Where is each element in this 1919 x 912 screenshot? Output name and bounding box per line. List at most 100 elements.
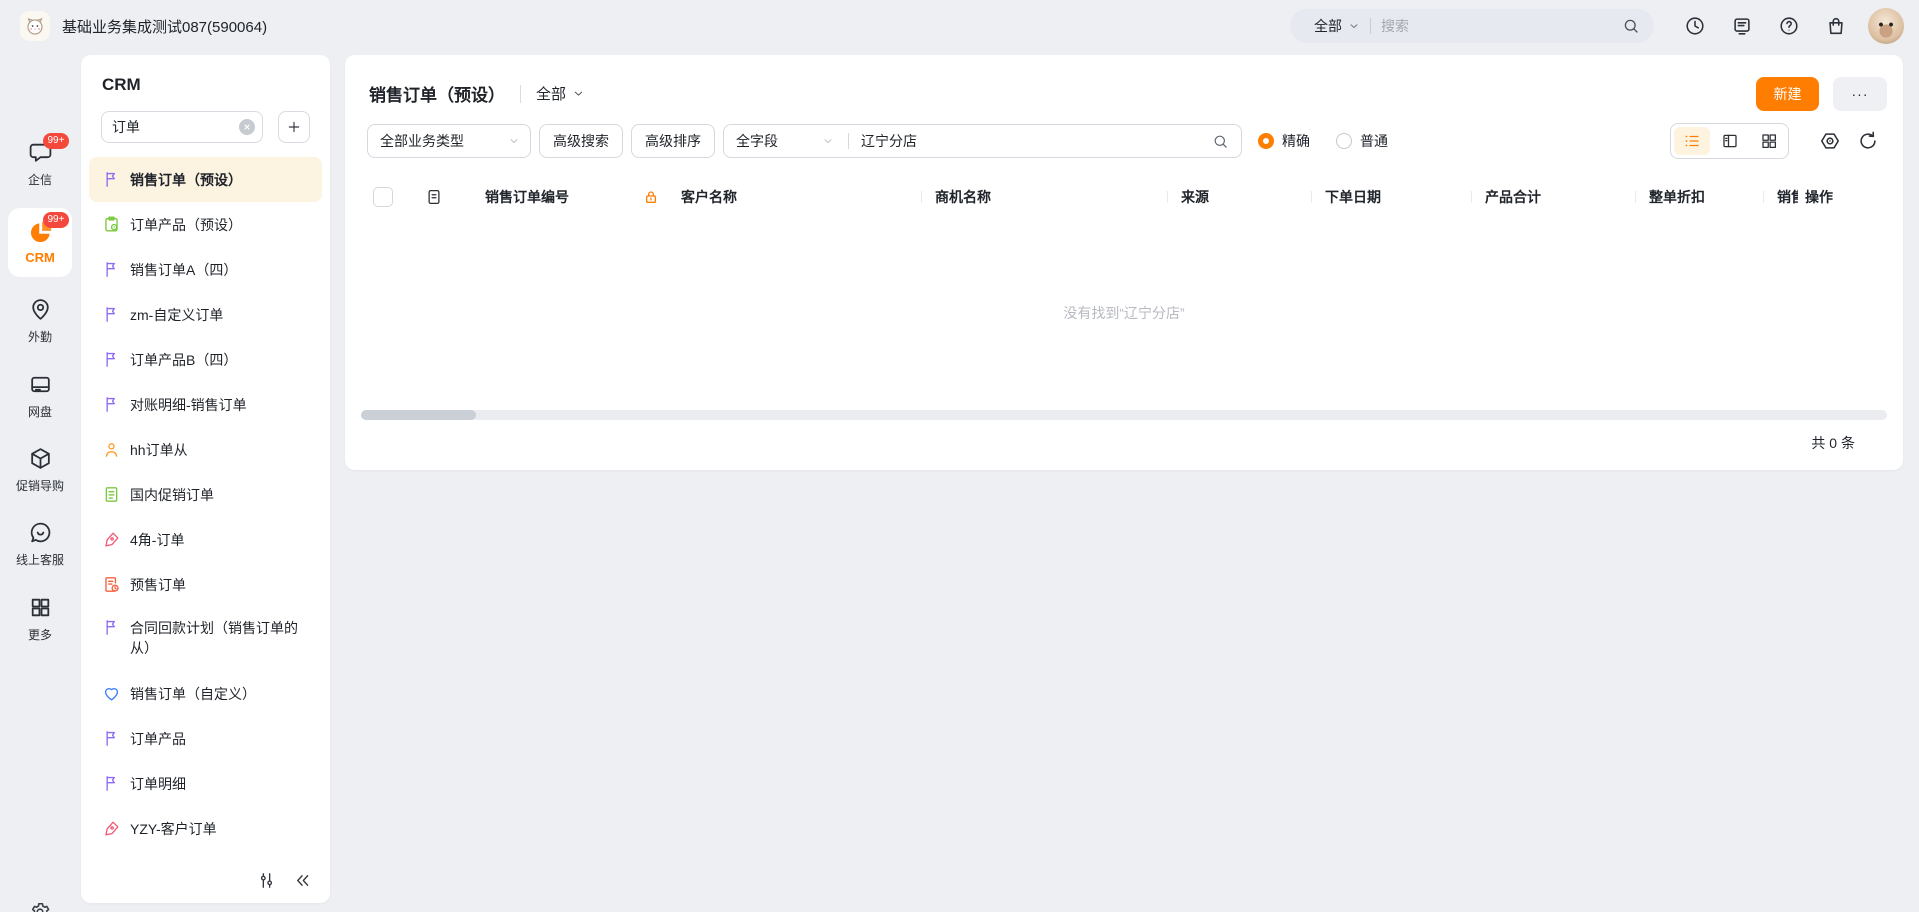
sidebar-item-order-product-b[interactable]: 订单产品B（四）: [89, 337, 322, 382]
advanced-search-button[interactable]: 高级搜索: [539, 124, 623, 158]
column-header-customer[interactable]: 客户名称: [681, 179, 737, 215]
crm-sidebar: CRM 销售订单（预设） 订单产品（预设）: [81, 55, 330, 903]
radio-normal[interactable]: 普通: [1336, 131, 1388, 151]
sidebar-item-sales-order-preset[interactable]: 销售订单（预设）: [89, 157, 322, 202]
sidebar-title: CRM: [102, 75, 330, 95]
sidebar-item-contract-payment-plan[interactable]: 合同回款计划（销售订单的从）: [89, 607, 322, 671]
column-header-opportunity[interactable]: 商机名称: [935, 179, 991, 215]
flag-icon: [102, 260, 121, 279]
cube-icon: [28, 446, 53, 471]
sidebar-item-presale-order[interactable]: 预售订单: [89, 562, 322, 607]
advanced-sort-button[interactable]: 高级排序: [631, 124, 715, 158]
summary-doc-icon[interactable]: [425, 188, 443, 206]
empty-state-text: 没有找到“辽宁分店”: [345, 303, 1903, 323]
search-icon[interactable]: [1622, 17, 1640, 35]
sidebar-item-hh-order[interactable]: hh订单从: [89, 427, 322, 472]
sidebar-item-domestic-promo-order[interactable]: 国内促销订单: [89, 472, 322, 517]
clear-icon[interactable]: [239, 119, 255, 135]
sidebar-item-order-detail[interactable]: 订单明细: [89, 761, 322, 806]
rail-item-netdisk[interactable]: 网盘: [0, 372, 80, 420]
global-search[interactable]: 全部: [1290, 9, 1654, 43]
more-actions-button[interactable]: ···: [1833, 77, 1887, 111]
settings-gear-icon[interactable]: [29, 901, 51, 912]
new-record-button[interactable]: 新建: [1756, 77, 1819, 111]
collapse-sidebar-icon[interactable]: [293, 871, 312, 890]
business-type-select[interactable]: 全部业务类型: [367, 124, 531, 158]
flag-icon: [102, 774, 121, 793]
add-object-button[interactable]: [278, 111, 310, 143]
app-window: 基础业务集成测试087(590064) 全部: [0, 0, 1919, 912]
shopping-bag-icon[interactable]: [1825, 15, 1847, 37]
sidebar-item-zm-custom-order[interactable]: zm-自定义订单: [89, 292, 322, 337]
object-list: 销售订单（预设） 订单产品（预设） 销售订单A（四） zm-自定义订单 订单产品…: [89, 157, 322, 851]
field-scope-select[interactable]: 全字段: [736, 131, 834, 151]
chevron-down-icon: [508, 135, 520, 147]
column-header-discount[interactable]: 整单折扣: [1649, 179, 1705, 215]
chevron-down-icon: [572, 87, 585, 100]
chat-bubble-icon: 99+: [28, 140, 53, 165]
column-header-product-total[interactable]: 产品合计: [1485, 179, 1541, 215]
sidebar-item-4jiao-order[interactable]: 4角-订单: [89, 517, 322, 562]
document-icon: [102, 485, 121, 504]
flag-icon: [102, 618, 121, 637]
rail-item-online-service[interactable]: 线上客服: [0, 520, 80, 568]
rail-item-qixin[interactable]: 99+ 企信: [0, 140, 80, 188]
display-settings-icon[interactable]: [1819, 130, 1841, 152]
chevron-down-icon: [822, 135, 834, 147]
flag-icon: [102, 350, 121, 369]
column-header-order-no[interactable]: 销售订单编号: [485, 179, 569, 215]
global-search-input[interactable]: [1381, 18, 1622, 34]
history-icon[interactable]: [1684, 15, 1706, 37]
page-title: 销售订单（预设）: [369, 81, 505, 106]
column-header-order-date[interactable]: 下单日期: [1325, 179, 1381, 215]
sidebar-item-sales-order-a[interactable]: 销售订单A（四）: [89, 247, 322, 292]
column-header-source[interactable]: 来源: [1181, 179, 1209, 215]
view-switcher: [1670, 123, 1789, 159]
rail-item-fieldwork[interactable]: 外勤: [0, 297, 80, 345]
sidebar-search: [101, 111, 263, 143]
rail-item-crm[interactable]: 99+ CRM: [8, 208, 72, 277]
field-search-combo: 全字段: [723, 124, 1242, 158]
column-header-truncated[interactable]: 销售: [1777, 179, 1798, 215]
scrollbar-thumb[interactable]: [361, 410, 476, 420]
top-bar: 基础业务集成测试087(590064) 全部: [0, 0, 1919, 52]
sidebar-item-sales-order-custom[interactable]: 销售订单（自定义）: [89, 671, 322, 716]
search-icon[interactable]: [1212, 133, 1229, 150]
unread-badge: 99+: [43, 212, 70, 228]
chevron-down-icon: [1348, 20, 1360, 32]
select-all-checkbox[interactable]: [373, 187, 393, 207]
rail-item-promotion[interactable]: 促销导购: [0, 446, 80, 494]
sidebar-item-yzy-customer-order[interactable]: YZY-客户订单: [89, 806, 322, 851]
flag-icon: [102, 305, 121, 324]
horizontal-scrollbar[interactable]: [361, 410, 1887, 420]
divider: [520, 85, 521, 103]
sidebar-item-reconciliation-detail[interactable]: 对账明细-销售订单: [89, 382, 322, 427]
view-scope-select[interactable]: 全部: [536, 83, 585, 104]
crm-pie-icon: 99+: [28, 219, 53, 244]
record-count: 共 0 条: [1811, 433, 1855, 453]
message-board-icon[interactable]: [1731, 15, 1753, 37]
sidebar-settings-icon[interactable]: [257, 871, 276, 890]
sidebar-item-order-product-preset[interactable]: 订单产品（预设）: [89, 202, 322, 247]
flag-icon: [102, 395, 121, 414]
rail-item-more[interactable]: 更多: [0, 595, 80, 643]
column-header-actions[interactable]: 操作: [1805, 179, 1833, 215]
list-view-button[interactable]: [1674, 127, 1710, 155]
user-avatar[interactable]: [1868, 8, 1904, 44]
sidebar-item-order-product[interactable]: 订单产品: [89, 716, 322, 761]
lock-icon: [643, 189, 659, 205]
card-view-button[interactable]: [1749, 124, 1788, 158]
flag-icon: [102, 729, 121, 748]
clipboard-gear-icon: [102, 215, 121, 234]
divider: [1370, 18, 1371, 34]
app-logo-icon[interactable]: [20, 11, 50, 41]
app-title: 基础业务集成测试087(590064): [62, 0, 267, 52]
help-icon[interactable]: [1778, 15, 1800, 37]
radio-exact[interactable]: 精确: [1258, 131, 1310, 151]
drive-icon: [28, 372, 53, 397]
search-scope-select[interactable]: 全部: [1314, 16, 1342, 36]
refresh-icon[interactable]: [1857, 130, 1879, 152]
keyword-search-input[interactable]: [861, 133, 1212, 149]
board-view-button[interactable]: [1710, 124, 1749, 158]
document-clock-icon: [102, 575, 121, 594]
